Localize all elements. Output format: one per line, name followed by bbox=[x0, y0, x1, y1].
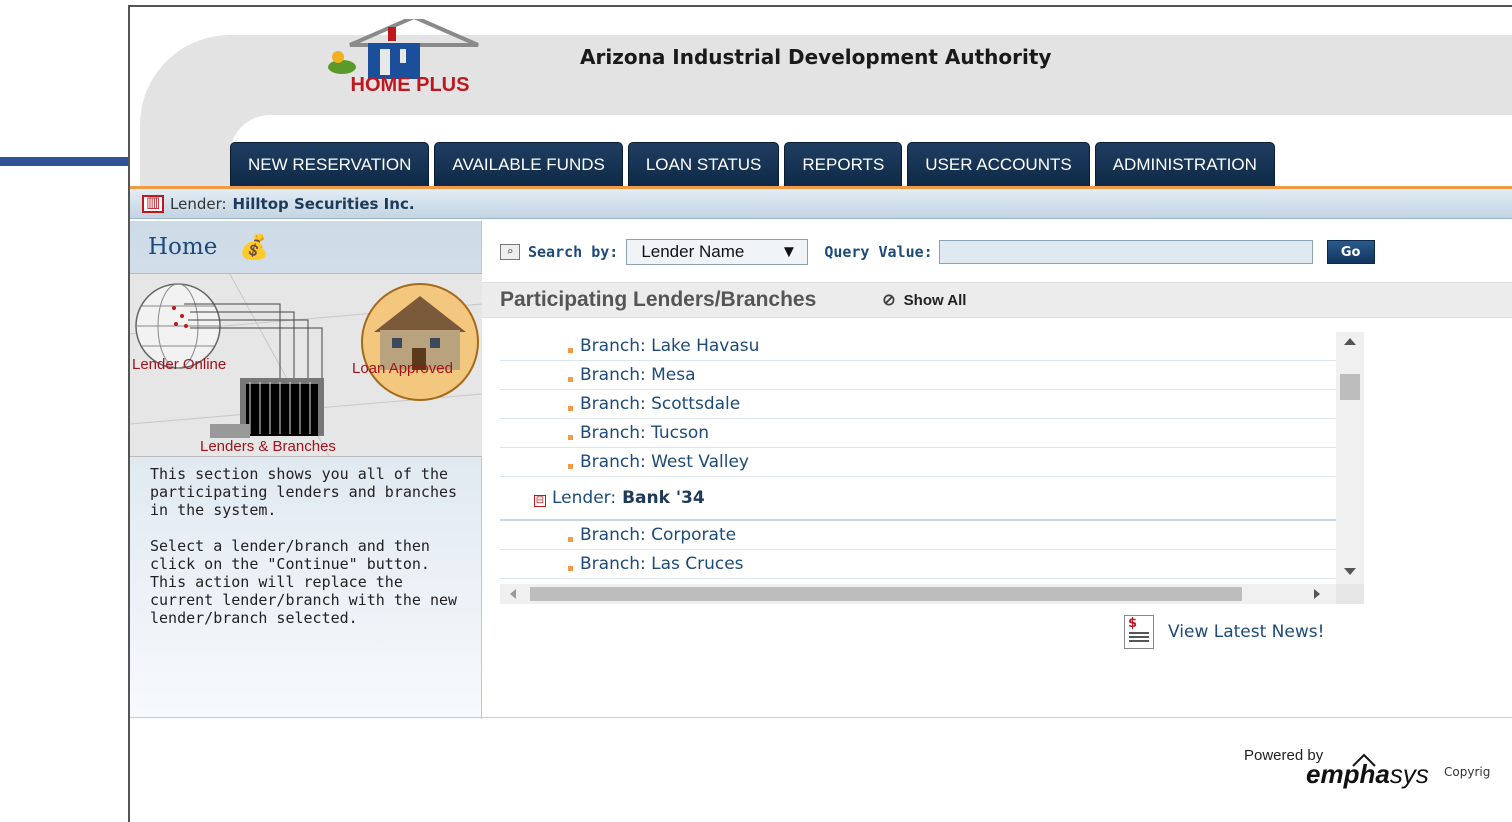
query-value-label: Query Value: bbox=[824, 243, 933, 261]
lender-name: Hilltop Securities Inc. bbox=[232, 194, 415, 213]
list-item[interactable]: Branch: Tucson bbox=[500, 419, 1336, 448]
show-all-label: Show All bbox=[903, 291, 967, 309]
lender-prefix: Lender: bbox=[552, 488, 617, 508]
list-item[interactable]: Branch: Mesa bbox=[500, 361, 1336, 390]
bullet-icon bbox=[568, 435, 573, 440]
search-by-select[interactable]: Lender Name ▼ bbox=[626, 239, 809, 265]
tab-loan-status[interactable]: LOAN STATUS bbox=[627, 142, 780, 188]
emphasys-logo: emphasys bbox=[1306, 759, 1429, 790]
logo-text: HOME PLUS bbox=[351, 74, 470, 95]
brand-bold: empha bbox=[1306, 759, 1390, 789]
lender-row[interactable]: ⊟ Lender: Bank '34 bbox=[500, 477, 1336, 521]
vertical-scrollbar[interactable] bbox=[1336, 332, 1364, 584]
bank-icon bbox=[142, 193, 164, 213]
bullet-icon bbox=[568, 566, 573, 571]
home-plus-logo: HOME PLUS bbox=[328, 19, 479, 95]
list-title: Participating Lenders/Branches bbox=[500, 288, 817, 311]
show-all-button[interactable]: ⊘ Show All bbox=[882, 290, 966, 310]
tab-reports[interactable]: REPORTS bbox=[784, 142, 903, 188]
lender-branch-list: Branch: Lake Havasu Branch: Mesa Branch:… bbox=[500, 332, 1364, 604]
view-news-label: View Latest News! bbox=[1168, 622, 1325, 642]
scroll-left-icon[interactable] bbox=[510, 589, 516, 599]
branch-name: Branch: Corporate bbox=[580, 525, 737, 545]
brand-rest: sys bbox=[1389, 759, 1429, 789]
branch-name: Branch: Tucson bbox=[580, 423, 710, 443]
app-window: HOME PLUS Arizona Industrial Development… bbox=[128, 5, 1512, 822]
scroll-corner bbox=[1336, 584, 1364, 604]
expand-icon[interactable]: ⊟ bbox=[534, 495, 546, 507]
current-lender-bar: Lender: Hilltop Securities Inc. bbox=[130, 189, 1512, 219]
list-item[interactable]: Branch: Scottsdale bbox=[500, 390, 1336, 419]
list-item[interactable]: Branch: Lake Havasu bbox=[500, 332, 1336, 361]
search-bar: ⌕ Search by: Lender Name ▼ Query Value: … bbox=[500, 239, 1375, 265]
horizontal-scrollbar[interactable] bbox=[500, 584, 1336, 604]
bullet-icon bbox=[568, 406, 573, 411]
lender-label: Lender: bbox=[170, 194, 227, 213]
scroll-up-icon[interactable] bbox=[1344, 338, 1356, 345]
search-by-label: Search by: bbox=[528, 243, 619, 261]
sidebar-desc-2: Select a lender/branch and then click on… bbox=[150, 537, 458, 627]
money-stack-icon: 💰 bbox=[239, 233, 270, 261]
search-icon: ⌕ bbox=[500, 244, 520, 260]
sidebar: Home 💰 Lender Online Loan Approved Lende… bbox=[130, 221, 482, 719]
tab-available-funds[interactable]: AVAILABLE FUNDS bbox=[434, 142, 623, 188]
list-item[interactable]: Branch: Corporate bbox=[500, 521, 1336, 550]
bullet-icon bbox=[568, 537, 573, 542]
home-heading[interactable]: Home 💰 bbox=[130, 221, 481, 273]
go-button[interactable]: Go bbox=[1326, 240, 1375, 264]
bullet-icon bbox=[568, 377, 573, 382]
branch-name: Branch: Las Cruces bbox=[580, 554, 744, 574]
sidebar-description: This section shows you all of the partic… bbox=[130, 457, 481, 627]
tab-user-accounts[interactable]: USER ACCOUNTS bbox=[907, 142, 1090, 188]
dropdown-arrow-icon: ▼ bbox=[780, 242, 798, 261]
view-news-link[interactable]: View Latest News! bbox=[1124, 615, 1324, 649]
tab-new-reservation[interactable]: NEW RESERVATION bbox=[230, 142, 430, 188]
sidebar-desc-1: This section shows you all of the partic… bbox=[150, 465, 458, 519]
list-rows: Branch: Lake Havasu Branch: Mesa Branch:… bbox=[500, 332, 1336, 579]
lender-online-label: Lender Online bbox=[132, 356, 227, 373]
branch-name: Branch: Lake Havasu bbox=[580, 336, 760, 356]
news-icon bbox=[1124, 615, 1154, 649]
scroll-right-icon[interactable] bbox=[1314, 589, 1320, 599]
scroll-thumb[interactable] bbox=[1340, 374, 1360, 400]
branch-name: Branch: West Valley bbox=[580, 452, 749, 472]
bullet-icon bbox=[568, 464, 573, 469]
scroll-down-icon[interactable] bbox=[1344, 568, 1356, 575]
tab-administration[interactable]: ADMINISTRATION bbox=[1094, 142, 1275, 188]
footer-divider bbox=[130, 717, 1512, 718]
lenders-illustration: Lender Online Loan Approved Lenders & Br… bbox=[130, 273, 482, 457]
show-all-icon: ⊘ bbox=[882, 292, 896, 309]
query-value-input[interactable] bbox=[938, 240, 1313, 264]
branch-name: Branch: Mesa bbox=[580, 365, 696, 385]
loan-approved-label: Loan Approved bbox=[352, 360, 453, 377]
list-header: Participating Lenders/Branches ⊘ Show Al… bbox=[482, 282, 1512, 318]
list-item[interactable]: Branch: West Valley bbox=[500, 448, 1336, 477]
main-nav: NEW RESERVATION AVAILABLE FUNDS LOAN STA… bbox=[230, 142, 1275, 188]
home-label: Home bbox=[148, 234, 218, 260]
copyright-text: Copyrig bbox=[1444, 765, 1491, 779]
list-item[interactable]: Branch: Las Cruces bbox=[500, 550, 1336, 579]
bullet-icon bbox=[568, 348, 573, 353]
search-by-value: Lender Name bbox=[641, 242, 745, 261]
branch-name: Branch: Scottsdale bbox=[580, 394, 741, 414]
lenders-branches-label: Lenders & Branches bbox=[200, 438, 336, 455]
lender-name: Bank '34 bbox=[622, 488, 705, 508]
organization-title: Arizona Industrial Development Authority bbox=[580, 45, 1052, 69]
scroll-thumb[interactable] bbox=[530, 587, 1242, 601]
